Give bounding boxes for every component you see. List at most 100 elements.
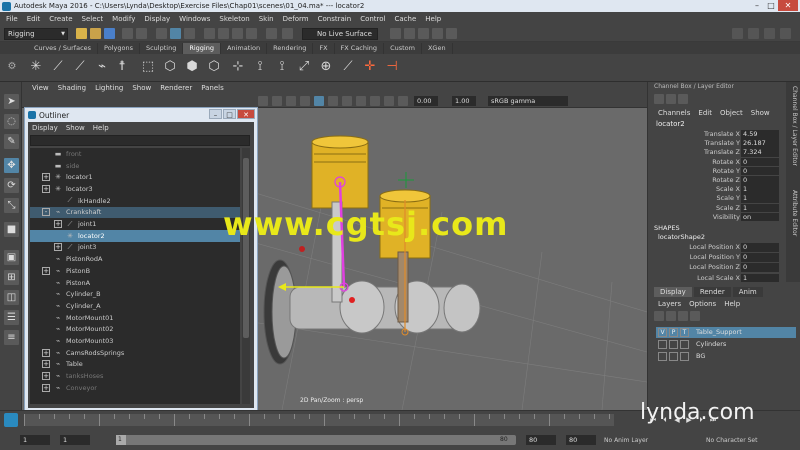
layer-p-toggle[interactable] <box>669 340 678 349</box>
outliner-title-bar[interactable]: Outliner – □ ✕ <box>25 108 257 122</box>
shelf-options-icon[interactable]: ⚙ <box>4 59 20 75</box>
character-set-dropdown[interactable]: No Character Set <box>706 437 757 444</box>
close-icon[interactable]: ✕ <box>778 0 798 11</box>
outliner-scroll-thumb[interactable] <box>243 158 249 338</box>
toggle-attribute-editor-icon[interactable] <box>748 28 759 39</box>
expand-toggle-icon[interactable]: + <box>42 266 50 275</box>
shape-attribute-value[interactable]: 0 <box>741 263 779 272</box>
shelf-tab-rigging[interactable]: Rigging <box>183 43 221 54</box>
outliner-window[interactable]: Outliner – □ ✕ Display Show Help ▬ front ▬ si… <box>24 107 258 411</box>
channel-attribute-value[interactable]: 1 <box>741 185 779 194</box>
menu-skin[interactable]: Skin <box>259 15 274 23</box>
outliner-row[interactable]: ⌁ Cylinder_B <box>30 288 240 300</box>
channel-attribute-value[interactable]: 26.187 <box>741 139 779 148</box>
lattice-icon[interactable]: ⬢ <box>184 59 200 75</box>
render-settings-icon[interactable] <box>432 28 443 39</box>
shelf-tab-sculpting[interactable]: Sculpting <box>140 43 184 54</box>
range-slider[interactable] <box>116 435 516 445</box>
menu-constrain[interactable]: Constrain <box>318 15 352 23</box>
channel-attribute-value[interactable]: 0 <box>741 166 779 176</box>
outliner-search-input[interactable] <box>30 135 250 146</box>
aim-constraint-icon[interactable]: ⟟ <box>252 59 268 75</box>
save-scene-icon[interactable] <box>104 28 115 39</box>
channel-attribute-row[interactable]: Scale Z1 <box>648 203 780 213</box>
shelf-tab-rendering[interactable]: Rendering <box>267 43 314 54</box>
channel-attribute-row[interactable]: Rotate X0 <box>648 157 780 167</box>
ik-spline-icon[interactable]: ⌁ <box>94 59 110 75</box>
outliner-layout-icon[interactable]: ≡ <box>4 330 19 345</box>
cluster-icon[interactable]: ⬡ <box>206 59 222 75</box>
outliner-row[interactable]: + ✳ locator1 <box>30 171 240 183</box>
render-view-icon[interactable] <box>390 28 401 39</box>
outliner-row[interactable]: + ⌁ Table <box>30 359 240 371</box>
layer-tab-anim[interactable]: Anim <box>732 287 763 297</box>
expand-toggle-icon[interactable]: - <box>42 208 50 217</box>
channel-attribute-row[interactable]: Visibility on <box>648 212 780 222</box>
parent-constraint-icon[interactable]: ⊕ <box>318 59 334 75</box>
channel-attribute-value[interactable]: 0 <box>741 176 779 185</box>
minimize-icon[interactable]: – <box>750 0 764 11</box>
layer-row[interactable]: V P T Table_Support <box>656 327 796 338</box>
expand-toggle-icon[interactable]: + <box>42 360 50 369</box>
new-scene-icon[interactable] <box>76 28 87 39</box>
channel-attribute-value[interactable]: on <box>741 212 779 222</box>
channel-attribute-value[interactable]: 7.324 <box>741 148 779 157</box>
outliner-row[interactable]: ⌁ MotorMount01 <box>30 312 240 324</box>
shape-attribute-row[interactable]: Local Position X0 <box>648 243 780 252</box>
expand-toggle-icon[interactable]: + <box>54 220 62 229</box>
snap-view-plane-icon[interactable] <box>246 28 257 39</box>
outliner-row[interactable]: ⌁ MotorMount02 <box>30 324 240 336</box>
expand-toggle-icon[interactable]: + <box>42 372 50 381</box>
outliner-scrollbar[interactable] <box>242 148 250 404</box>
shelf-tab-custom[interactable]: Custom <box>384 43 422 54</box>
channel-attribute-value[interactable]: 1 <box>741 203 779 213</box>
new-layer-from-selection-icon[interactable] <box>690 311 700 321</box>
outliner-row[interactable]: ✳ locator2 <box>30 229 240 242</box>
menu-display[interactable]: Display <box>144 15 170 23</box>
create-joints-icon[interactable]: ⟋ <box>50 59 66 75</box>
history-icon[interactable] <box>266 28 277 39</box>
menu-file[interactable]: File <box>6 15 18 23</box>
animation-start-field[interactable]: 1 <box>20 435 50 445</box>
layout-two-icon[interactable]: ◫ <box>4 290 19 305</box>
anim-layer-dropdown[interactable]: No Anim Layer <box>604 437 648 444</box>
menu-help[interactable]: Help <box>425 15 441 23</box>
layer-row[interactable]: BG <box>656 351 796 362</box>
shape-attribute-value[interactable]: 0 <box>741 243 779 252</box>
pole-vector-icon[interactable]: ⟋ <box>340 59 356 75</box>
outliner-menu-display[interactable]: Display <box>32 124 58 132</box>
ik-handle-icon[interactable]: ⟋ <box>72 59 88 75</box>
select-tool-icon[interactable]: ➤ <box>4 94 19 109</box>
expand-toggle-icon[interactable]: + <box>42 383 50 392</box>
snap-point-icon[interactable] <box>232 28 243 39</box>
outliner-minimize-icon[interactable]: – <box>209 109 222 119</box>
menu-select[interactable]: Select <box>82 15 104 23</box>
layer-menu-layers[interactable]: Layers <box>658 300 681 308</box>
menu-cache[interactable]: Cache <box>395 15 417 23</box>
channel-menu-show[interactable]: Show <box>751 109 770 117</box>
layer-v-toggle[interactable]: V <box>658 328 667 337</box>
paint-select-icon[interactable]: ✎ <box>4 134 19 149</box>
layer-t-toggle[interactable] <box>680 340 689 349</box>
outliner-row[interactable]: ⌁ MotorMount03 <box>30 335 240 347</box>
layer-v-toggle[interactable] <box>658 352 667 361</box>
menu-set-dropdown[interactable]: Rigging <box>4 28 68 40</box>
channel-attribute-row[interactable]: Translate Z 7.324 <box>648 148 780 157</box>
normal-constraint-icon[interactable]: ⊣ <box>384 59 400 75</box>
menu-windows[interactable]: Windows <box>179 15 210 23</box>
outliner-row[interactable]: + ✳ locator3 <box>30 183 240 195</box>
channel-menu-channels[interactable]: Channels <box>658 109 690 117</box>
last-tool-icon[interactable]: ■ <box>4 222 19 237</box>
channel-box-toggle-icon[interactable] <box>654 94 664 104</box>
hypershade-icon[interactable] <box>446 28 457 39</box>
outliner-maximize-icon[interactable]: □ <box>223 109 236 119</box>
maximize-icon[interactable]: □ <box>764 0 778 11</box>
shape-attribute-value[interactable]: 1 <box>741 273 779 283</box>
channel-attribute-value[interactable]: 1 <box>741 194 779 203</box>
outliner-close-icon[interactable]: ✕ <box>237 109 255 119</box>
shelf-tab-xgen[interactable]: XGen <box>422 43 453 54</box>
outliner-menu-help[interactable]: Help <box>93 124 109 132</box>
outliner-row[interactable]: ▬ side <box>30 160 240 172</box>
outliner-row[interactable]: ▬ front <box>30 148 240 160</box>
lasso-tool-icon[interactable]: ◌ <box>4 114 19 129</box>
